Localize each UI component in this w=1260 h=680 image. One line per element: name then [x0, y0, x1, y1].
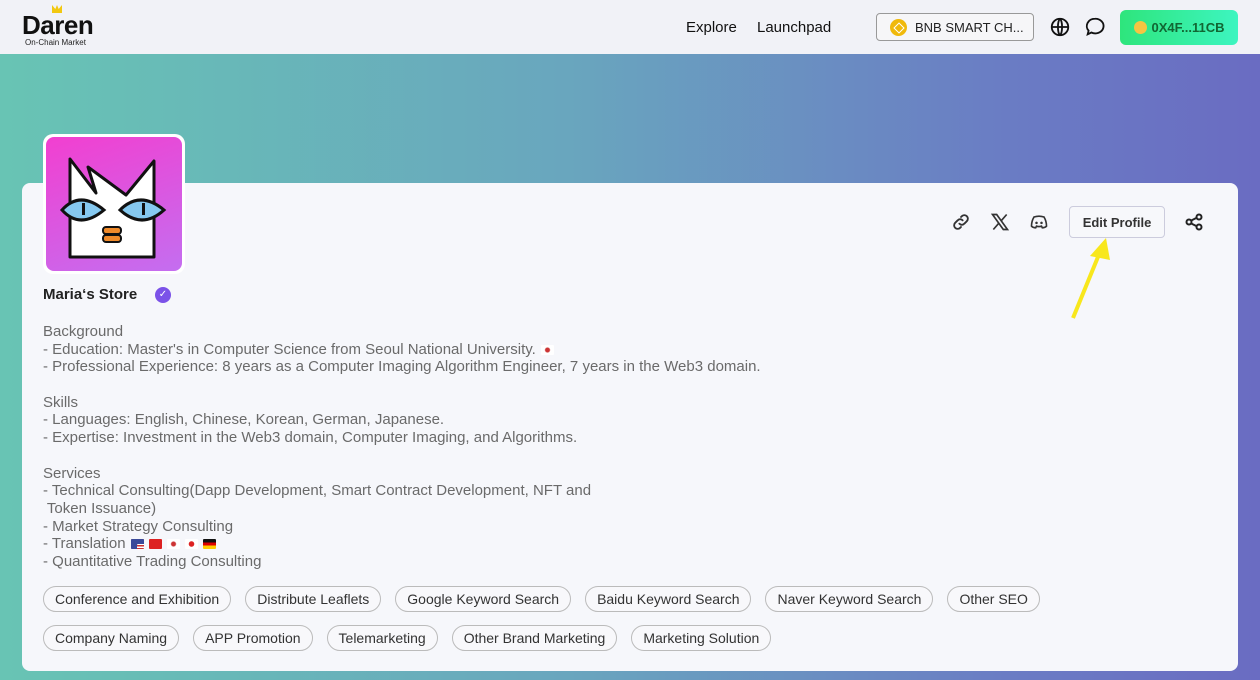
tag[interactable]: Company Naming — [43, 625, 179, 651]
edit-profile-button[interactable]: Edit Profile — [1069, 206, 1165, 238]
nav-explore[interactable]: Explore — [686, 19, 737, 36]
bio-line: - Education: Master's in Computer Scienc… — [43, 341, 536, 358]
wallet-address: 0X4F...11CB — [1152, 20, 1225, 35]
annotation-arrow-icon — [1068, 238, 1113, 320]
japan-flag-icon — [185, 539, 198, 549]
bio-line: - Languages: English, Chinese, Korean, G… — [43, 411, 943, 429]
logo[interactable]: Daren On-Chain Market — [22, 8, 92, 48]
link-icon[interactable] — [951, 212, 971, 232]
bio-line: - Translation — [43, 535, 126, 552]
store-name: Maria‘s Store — [43, 286, 137, 303]
chain-selector[interactable]: BNB SMART CH... — [876, 13, 1034, 41]
x-twitter-icon[interactable] — [990, 212, 1010, 232]
bio-heading-background: Background — [43, 323, 943, 341]
bio-line: - Quantitative Trading Consulting — [43, 553, 943, 571]
bio-heading-services: Services — [43, 465, 943, 483]
service-tags: Conference and Exhibition Distribute Lea… — [43, 586, 1143, 664]
logo-subtitle: On-Chain Market — [25, 38, 86, 47]
tag[interactable]: Other Brand Marketing — [452, 625, 618, 651]
share-icon[interactable] — [1184, 212, 1204, 232]
bio-line: - Expertise: Investment in the Web3 doma… — [43, 429, 943, 447]
bnb-icon — [890, 19, 907, 36]
logo-text: Daren — [22, 10, 93, 41]
bio-line: Token Issuance) — [43, 500, 943, 518]
bio-heading-skills: Skills — [43, 394, 943, 412]
germany-flag-icon — [203, 539, 216, 549]
tag[interactable]: Distribute Leaflets — [245, 586, 381, 612]
chat-icon[interactable] — [1084, 16, 1106, 38]
chain-label: BNB SMART CH... — [915, 20, 1024, 35]
tag[interactable]: Baidu Keyword Search — [585, 586, 751, 612]
wallet-button[interactable]: 0X4F...11CB — [1120, 10, 1238, 45]
tag[interactable]: Other SEO — [947, 586, 1039, 612]
korea-flag-icon — [167, 539, 180, 549]
nav-launchpad[interactable]: Launchpad — [757, 19, 831, 36]
korea-flag-icon — [541, 345, 554, 355]
tag[interactable]: Conference and Exhibition — [43, 586, 231, 612]
tag[interactable]: APP Promotion — [193, 625, 312, 651]
tag[interactable]: Telemarketing — [327, 625, 438, 651]
wallet-token-icon — [1134, 21, 1147, 34]
top-nav: Daren On-Chain Market Explore Launchpad … — [0, 0, 1260, 54]
tag[interactable]: Naver Keyword Search — [765, 586, 933, 612]
bio-line: - Market Strategy Consulting — [43, 518, 943, 536]
avatar — [43, 134, 185, 274]
bio-line: - Technical Consulting(Dapp Development,… — [43, 482, 943, 500]
china-flag-icon — [149, 539, 162, 549]
bio-line: - Professional Experience: 8 years as a … — [43, 358, 943, 376]
bio-text: Background - Education: Master's in Comp… — [43, 323, 943, 571]
cat-avatar-icon — [46, 137, 182, 271]
tag[interactable]: Google Keyword Search — [395, 586, 571, 612]
globe-icon[interactable] — [1049, 16, 1071, 38]
us-flag-icon — [131, 539, 144, 549]
discord-icon[interactable] — [1029, 212, 1049, 232]
tag[interactable]: Marketing Solution — [631, 625, 771, 651]
verified-badge-icon: ✓ — [155, 287, 171, 303]
